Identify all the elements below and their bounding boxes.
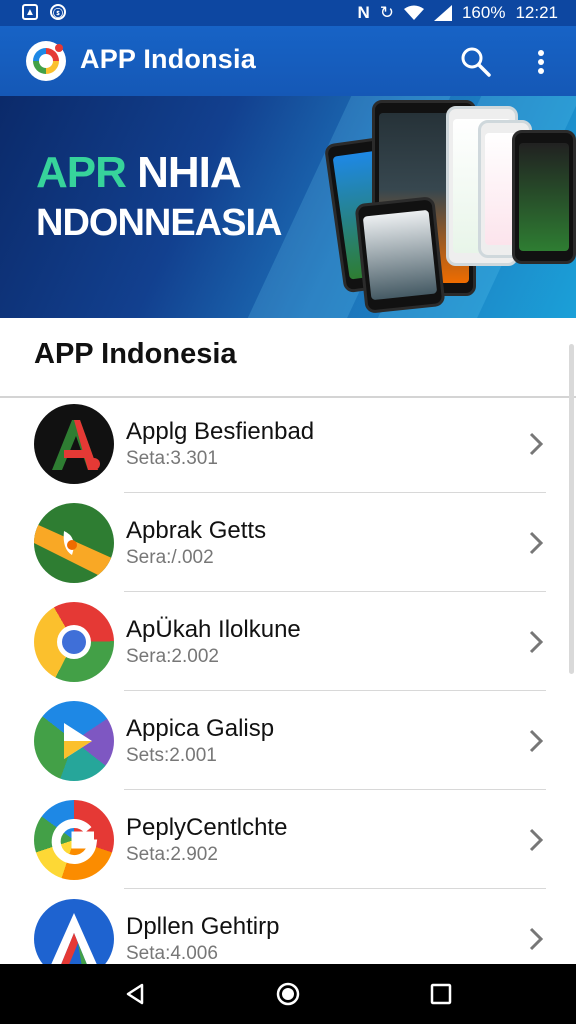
home-icon[interactable] [276, 982, 300, 1006]
wifi-icon [403, 5, 424, 20]
back-icon[interactable] [124, 982, 146, 1006]
navigation-bar [0, 964, 576, 1024]
recents-icon[interactable] [430, 983, 452, 1005]
row-divider [124, 888, 546, 889]
app-version: Seta:4.006 [126, 943, 218, 964]
row-divider [124, 690, 546, 691]
app-version: Seta:2.902 [126, 844, 218, 865]
chevron-right-icon [529, 828, 544, 852]
chrome-like-app-icon [34, 602, 114, 682]
green-orange-app-icon [34, 503, 114, 583]
sync-icon: ↻ [379, 3, 394, 22]
banner-subheadline: NDONNEASIA [36, 202, 282, 244]
phone-illustration [354, 196, 446, 314]
play-like-app-icon [34, 701, 114, 781]
chevron-right-icon [529, 432, 544, 456]
app-name: Applg Besfienbad [126, 418, 315, 445]
nfc-icon: N [357, 3, 370, 22]
battery-level-text: 160% [461, 3, 506, 22]
banner-headline: APR NHIA [36, 148, 242, 197]
clock: 12:21 [515, 3, 558, 22]
app-title: APP Indonsia [80, 44, 256, 74]
chevron-right-icon [529, 630, 544, 654]
app-version: Sets:2.001 [126, 745, 217, 766]
list-item[interactable]: Apbrak Getts Sera:/.002 [0, 497, 576, 596]
app-version: Sera:2.002 [126, 646, 219, 667]
photo-notification-icon: ▲ [22, 4, 38, 20]
app-version: Sera:/.002 [126, 547, 214, 568]
row-divider [124, 789, 546, 790]
search-icon[interactable] [458, 44, 494, 80]
app-bar: APP Indonsia [0, 26, 576, 96]
app-logo-icon [26, 41, 66, 81]
promo-banner[interactable]: APR NHIA NDONNEASIA [0, 96, 576, 318]
app-name: Dpllen Gehtirp [126, 913, 280, 940]
app-version: Seta:3.301 [126, 448, 218, 469]
list-item[interactable]: PeplyCentlchte Seta:2.902 [0, 794, 576, 893]
list-item[interactable]: ApÜkah Ilolkune Sera:2.002 [0, 596, 576, 695]
section-title: APP Indonesia [34, 338, 237, 370]
status-bar: ▲ ⓢ N ↻ 160% 12:21 [0, 0, 576, 26]
app-name: Appica Galisp [126, 715, 275, 742]
chevron-right-icon [529, 927, 544, 951]
list-item[interactable]: Applg Besfienbad Seta:3.301 [0, 398, 576, 497]
app-name: Apbrak Getts [126, 517, 267, 544]
app-name: PeplyCentlchte [126, 814, 288, 841]
app-name: ApÜkah Ilolkune [126, 616, 301, 643]
more-vert-icon[interactable] [528, 44, 554, 80]
signal-icon [433, 5, 452, 21]
row-divider [124, 591, 546, 592]
red-a-app-icon [34, 404, 114, 484]
phone-illustration [512, 130, 576, 264]
colorful-g-app-icon [34, 800, 114, 880]
chevron-right-icon [529, 729, 544, 753]
row-divider [124, 492, 546, 493]
app-notification-icon: ⓢ [50, 4, 66, 20]
chevron-right-icon [529, 531, 544, 555]
list-item[interactable]: Appica Galisp Sets:2.001 [0, 695, 576, 794]
